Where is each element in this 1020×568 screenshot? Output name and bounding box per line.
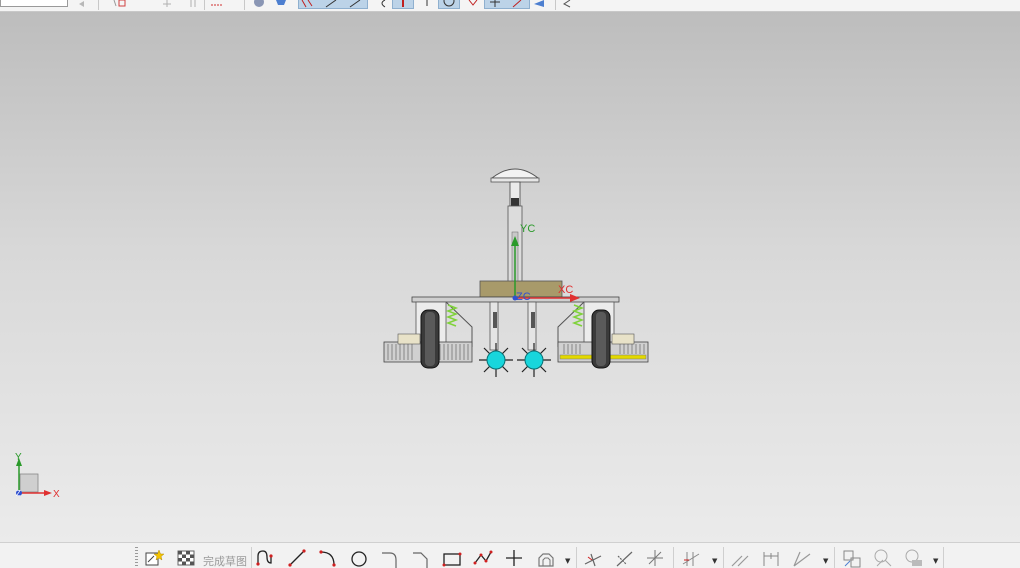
toolbar-separator [251, 547, 252, 568]
toolbar-separator [244, 0, 245, 10]
rectangle-icon [442, 552, 462, 567]
center-struts [489, 301, 537, 351]
animate-dimension-icon [874, 549, 892, 567]
convert-to-reference-button[interactable] [841, 548, 863, 568]
absolute-triad: Y X Z [15, 452, 60, 500]
fillet-icon [382, 552, 397, 568]
geometric-constraints-button[interactable] [680, 548, 702, 568]
make-corner-button[interactable] [644, 548, 666, 568]
sketch-button[interactable] [143, 548, 165, 568]
toolbar-separator [943, 547, 944, 568]
make-corner-icon [647, 550, 663, 566]
toolbar-separator [576, 547, 577, 568]
parallel-icon [731, 555, 749, 567]
dome-cap [490, 168, 540, 207]
polygon-button[interactable] [472, 548, 494, 568]
dimension-icon [763, 552, 779, 566]
more-dropdown-icon[interactable]: ▼ [933, 557, 938, 565]
dimension-style-icon[interactable] [210, 0, 224, 8]
direction-icon[interactable] [532, 0, 546, 8]
back-arrow-icon[interactable] [560, 0, 574, 8]
toolbar-separator [723, 547, 724, 568]
point-icon [506, 550, 522, 566]
triad-z-label: Z [16, 489, 21, 498]
circle-button[interactable] [348, 548, 370, 568]
offset-curve-icon [538, 553, 554, 567]
animate-dimension-button[interactable] [872, 548, 894, 568]
rectangle-button[interactable] [441, 548, 463, 568]
toolbar-separator [204, 0, 205, 10]
finish-sketch-label[interactable]: 完成草图 [203, 553, 247, 568]
shaded-cube-icon[interactable] [274, 0, 288, 8]
triad-x-label: X [53, 489, 60, 500]
quick-extend-icon [616, 551, 633, 567]
profile-icon [256, 550, 273, 566]
angular-dimension-icon [793, 551, 811, 567]
circle-icon [351, 551, 367, 567]
constraints-dropdown-icon[interactable]: ▼ [712, 557, 717, 565]
geometric-constraints-icon [682, 552, 700, 566]
point-on-face-icon[interactable] [510, 0, 524, 8]
point-button[interactable] [503, 548, 525, 568]
toolbar-separator [555, 0, 556, 10]
left-wheel-assembly [383, 301, 473, 369]
assembly-model: YC XC ZC [383, 168, 649, 377]
fillet-button[interactable] [379, 548, 401, 568]
arc-center-icon[interactable] [442, 0, 456, 8]
profile-button[interactable] [254, 548, 276, 568]
offset-curve-button[interactable] [534, 548, 556, 568]
line-button[interactable] [286, 548, 308, 568]
zc-label: ZC [516, 291, 531, 303]
end-point-icon[interactable] [420, 0, 434, 8]
chamfer-icon [413, 552, 428, 568]
chamfer-button[interactable] [410, 548, 432, 568]
top-toolbar [0, 0, 1020, 12]
left-hub [479, 343, 513, 377]
arc-snap-icon[interactable] [376, 0, 390, 8]
angular-dimension-button[interactable] [791, 548, 813, 568]
offset-dropdown-icon[interactable]: ▼ [565, 557, 570, 565]
toolbar-separator [673, 547, 674, 568]
sketch-icon [145, 549, 164, 566]
quick-trim-button[interactable] [582, 548, 604, 568]
finish-sketch-flag-icon [177, 550, 195, 566]
convert-to-reference-icon [843, 550, 861, 568]
toolbar-separator [98, 0, 99, 10]
select-arrow-icon[interactable] [300, 0, 314, 8]
sketch-toolbar: 完成草图 ▼ ▼ ▼ ▼ [0, 542, 1020, 568]
toolbar-separator [834, 547, 835, 568]
toolbar-grip[interactable] [135, 547, 138, 568]
quick-extend-button[interactable] [613, 548, 635, 568]
arc-icon [319, 550, 336, 567]
undo-icon[interactable] [76, 0, 90, 8]
right-wheel-assembly [557, 301, 649, 369]
snap-icon[interactable] [160, 0, 174, 8]
yc-label: YC [520, 223, 535, 235]
reference-icon[interactable] [186, 0, 200, 8]
quadrant-icon[interactable] [466, 0, 480, 8]
polygon-icon [473, 550, 493, 565]
curve-pick-2-icon[interactable] [348, 0, 362, 8]
alternate-solution-button[interactable] [903, 548, 925, 568]
sketch-plane-icon[interactable] [112, 0, 126, 8]
dimension-dropdown-icon[interactable]: ▼ [823, 557, 828, 565]
top-selection-field[interactable] [0, 0, 68, 7]
intersection-icon[interactable] [488, 0, 502, 8]
dimension-button[interactable] [760, 548, 782, 568]
triad-y-label: Y [15, 452, 22, 463]
arc-button[interactable] [317, 548, 339, 568]
curve-pick-icon[interactable] [324, 0, 338, 8]
finish-sketch-button[interactable] [175, 548, 197, 568]
point-on-curve-icon[interactable] [396, 0, 410, 8]
line-icon [288, 549, 306, 567]
parallel-button[interactable] [729, 548, 751, 568]
quick-trim-icon [584, 553, 602, 567]
right-hub [517, 343, 551, 377]
graphics-window[interactable]: YC XC ZC Y X Z [0, 12, 1020, 542]
view-orient-icon[interactable] [252, 0, 266, 8]
xc-label: XC [558, 284, 573, 296]
alternate-solution-icon [905, 549, 922, 566]
